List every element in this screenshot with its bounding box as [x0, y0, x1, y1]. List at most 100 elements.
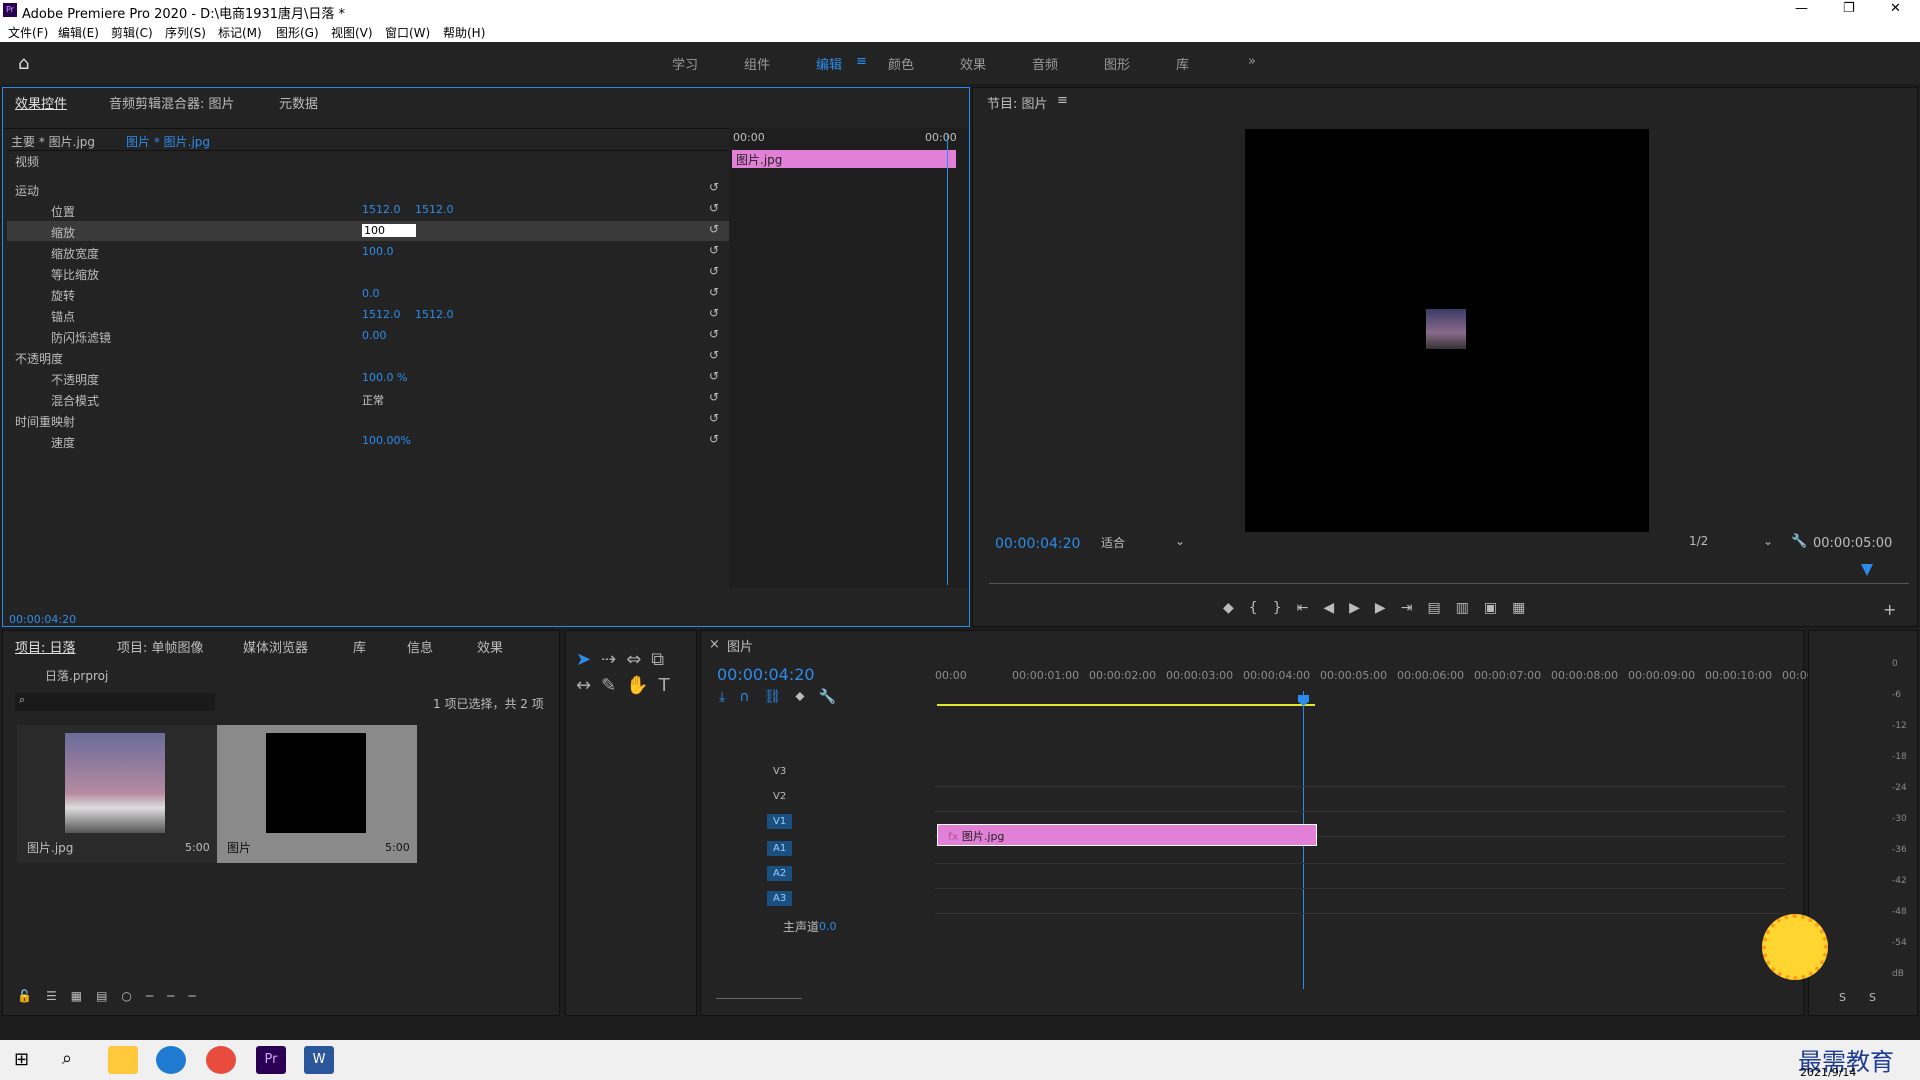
timeline-close-icon[interactable]: × — [709, 637, 720, 652]
word-icon[interactable]: W — [304, 1046, 334, 1074]
reset-icon[interactable]: ↺ — [709, 285, 719, 299]
reset-icon[interactable]: ↺ — [709, 243, 719, 257]
workspace-assembly[interactable]: 组件 — [744, 54, 770, 73]
project-item-image[interactable]: 图片.jpg 5:00 — [17, 725, 217, 863]
icon-view-icon[interactable]: ▦ — [71, 989, 96, 1003]
reset-icon[interactable]: ↺ — [709, 264, 719, 278]
effect-row[interactable]: 时间重映射 ↺ — [7, 410, 729, 430]
menu-help[interactable]: 帮助(H) — [443, 24, 485, 41]
master-volume[interactable]: 0.0 — [819, 920, 837, 933]
chrome-icon[interactable] — [206, 1046, 236, 1074]
export-frame-icon[interactable]: ▣ — [1484, 600, 1512, 616]
go-to-out-icon[interactable]: ⇥ — [1401, 600, 1428, 616]
effect-row[interactable]: 缩放 100 ↺ — [7, 221, 729, 241]
workspace-learn[interactable]: 学习 — [672, 54, 698, 73]
timeline-scrollbar[interactable] — [716, 998, 802, 1004]
effect-row[interactable]: 不透明度 100.0 % ↺ — [7, 368, 729, 388]
effect-row-value2[interactable]: 1512.0 — [415, 308, 454, 321]
edge-icon[interactable] — [156, 1046, 186, 1074]
hand-tool-icon[interactable]: ✋ — [626, 675, 658, 696]
effect-row-value[interactable]: 100.0 — [362, 245, 394, 258]
mark-out-icon[interactable]: } — [1273, 600, 1297, 616]
tab-project-single[interactable]: 项目: 单帧图像 — [117, 637, 204, 656]
windows-start-icon[interactable]: ⊞ — [14, 1049, 29, 1070]
track-v2[interactable]: V2 — [767, 789, 792, 804]
effect-row[interactable]: 等比缩放 ↺ — [7, 263, 729, 283]
reset-icon[interactable]: ↺ — [709, 432, 719, 446]
solo-right-button[interactable]: S — [1869, 991, 1876, 1004]
project-search-input[interactable]: ⌕ — [15, 693, 215, 711]
mark-in-icon[interactable]: { — [1249, 600, 1273, 616]
mini-clip-bar[interactable]: 图片.jpg — [732, 150, 956, 168]
solo-left-button[interactable]: S — [1839, 991, 1846, 1004]
reset-icon[interactable]: ↺ — [709, 306, 719, 320]
zoom-select[interactable]: 适合 ⌄ — [1101, 534, 1185, 552]
workspace-audio[interactable]: 音频 — [1032, 54, 1058, 73]
workspace-menu-icon[interactable]: ≡ — [856, 54, 867, 69]
effect-row-value[interactable]: 正常 — [362, 392, 384, 408]
tab-effect-controls[interactable]: 效果控件 — [15, 93, 67, 112]
premiere-taskbar-icon[interactable]: Pr — [256, 1046, 286, 1074]
menu-sequence[interactable]: 序列(S) — [165, 24, 206, 41]
quality-select[interactable]: 1/2 ⌄ — [1689, 534, 1773, 552]
compare-icon[interactable]: ▦ — [1512, 600, 1540, 616]
tab-info[interactable]: 信息 — [407, 637, 433, 656]
step-back-icon[interactable]: ◀ — [1323, 600, 1349, 616]
track-a1[interactable]: A1 — [767, 841, 793, 856]
track-a2[interactable]: A2 — [767, 866, 793, 881]
tab-project[interactable]: 项目: 日落 — [15, 637, 76, 656]
type-tool-icon[interactable]: T — [659, 675, 680, 696]
menu-window[interactable]: 窗口(W) — [385, 24, 430, 41]
track-a3[interactable]: A3 — [767, 891, 793, 906]
effect-row[interactable]: 防闪烁滤镜 0.00 ↺ — [7, 326, 729, 346]
linked-icon[interactable]: ⛓ — [763, 689, 795, 705]
effect-row-value[interactable]: 100.00% — [362, 434, 411, 447]
extract-icon[interactable]: ▥ — [1456, 600, 1484, 616]
razor-icon[interactable]: ⧉ — [651, 649, 674, 670]
freeform-view-icon[interactable]: ▤ — [96, 989, 121, 1003]
effect-row-value[interactable]: 1512.0 — [362, 203, 401, 216]
menu-markers[interactable]: 标记(M) — [218, 24, 262, 41]
menu-view[interactable]: 视图(V) — [331, 24, 373, 41]
reset-icon[interactable]: ↺ — [709, 411, 719, 425]
program-menu-icon[interactable]: ≡ — [1057, 93, 1068, 108]
snap-icon[interactable]: ∩ — [739, 689, 763, 705]
effect-row-value[interactable]: 100 — [362, 224, 416, 237]
file-explorer-icon[interactable] — [108, 1046, 138, 1074]
work-area-bar[interactable] — [937, 704, 1315, 706]
lock-icon[interactable]: 🔓 — [17, 989, 46, 1003]
settings-icon[interactable]: 🔧 — [819, 689, 850, 705]
go-to-in-icon[interactable]: ⇤ — [1297, 600, 1324, 616]
marker-icon[interactable]: ⬥ — [795, 689, 818, 705]
workspace-color[interactable]: 颜色 — [888, 54, 914, 73]
effect-row-value[interactable]: 1512.0 — [362, 308, 401, 321]
mini-playhead[interactable] — [947, 135, 948, 585]
lift-icon[interactable]: ▤ — [1427, 600, 1455, 616]
program-playhead[interactable] — [1861, 564, 1873, 576]
selection-tool-icon[interactable]: ➤ — [576, 649, 601, 670]
add-marker-icon[interactable]: ◆ — [1223, 600, 1249, 616]
effect-row[interactable]: 速度 100.00% ↺ — [7, 431, 729, 451]
reset-icon[interactable]: ↺ — [709, 201, 719, 215]
tab-libraries[interactable]: 库 — [353, 637, 366, 656]
sequence-clip-label[interactable]: 图片 * 图片.jpg — [126, 133, 210, 150]
menu-edit[interactable]: 编辑(E) — [58, 24, 99, 41]
timeline-ruler[interactable]: 00:00 00:00:01:00 00:00:02:00 00:00:03:00 00… — [935, 669, 1824, 697]
effect-row-value[interactable]: 0.0 — [362, 287, 380, 300]
tab-audio-mixer[interactable]: 音频剪辑混合器: 图片 — [109, 93, 235, 112]
reset-icon[interactable]: ↺ — [709, 327, 719, 341]
list-view-icon[interactable]: ☰ — [46, 989, 71, 1003]
add-button-icon[interactable]: + — [1883, 600, 1896, 619]
zoom-slider[interactable]: ○─── — [121, 989, 209, 1003]
effect-row[interactable]: 旋转 0.0 ↺ — [7, 284, 729, 304]
effect-row[interactable]: 不透明度 ↺ — [7, 347, 729, 367]
pen-tool-icon[interactable]: ✎ — [601, 675, 626, 696]
more-workspaces-icon[interactable]: » — [1248, 54, 1256, 69]
close-button[interactable]: ✕ — [1890, 1, 1901, 16]
tab-effects[interactable]: 效果 — [477, 637, 503, 656]
track-v3[interactable]: V3 — [767, 764, 792, 779]
reset-icon[interactable]: ↺ — [709, 390, 719, 404]
reset-icon[interactable]: ↺ — [709, 180, 719, 194]
project-item-sequence[interactable]: 图片 5:00 — [217, 725, 417, 863]
effect-row[interactable]: 混合模式 正常 ↺ — [7, 389, 729, 409]
